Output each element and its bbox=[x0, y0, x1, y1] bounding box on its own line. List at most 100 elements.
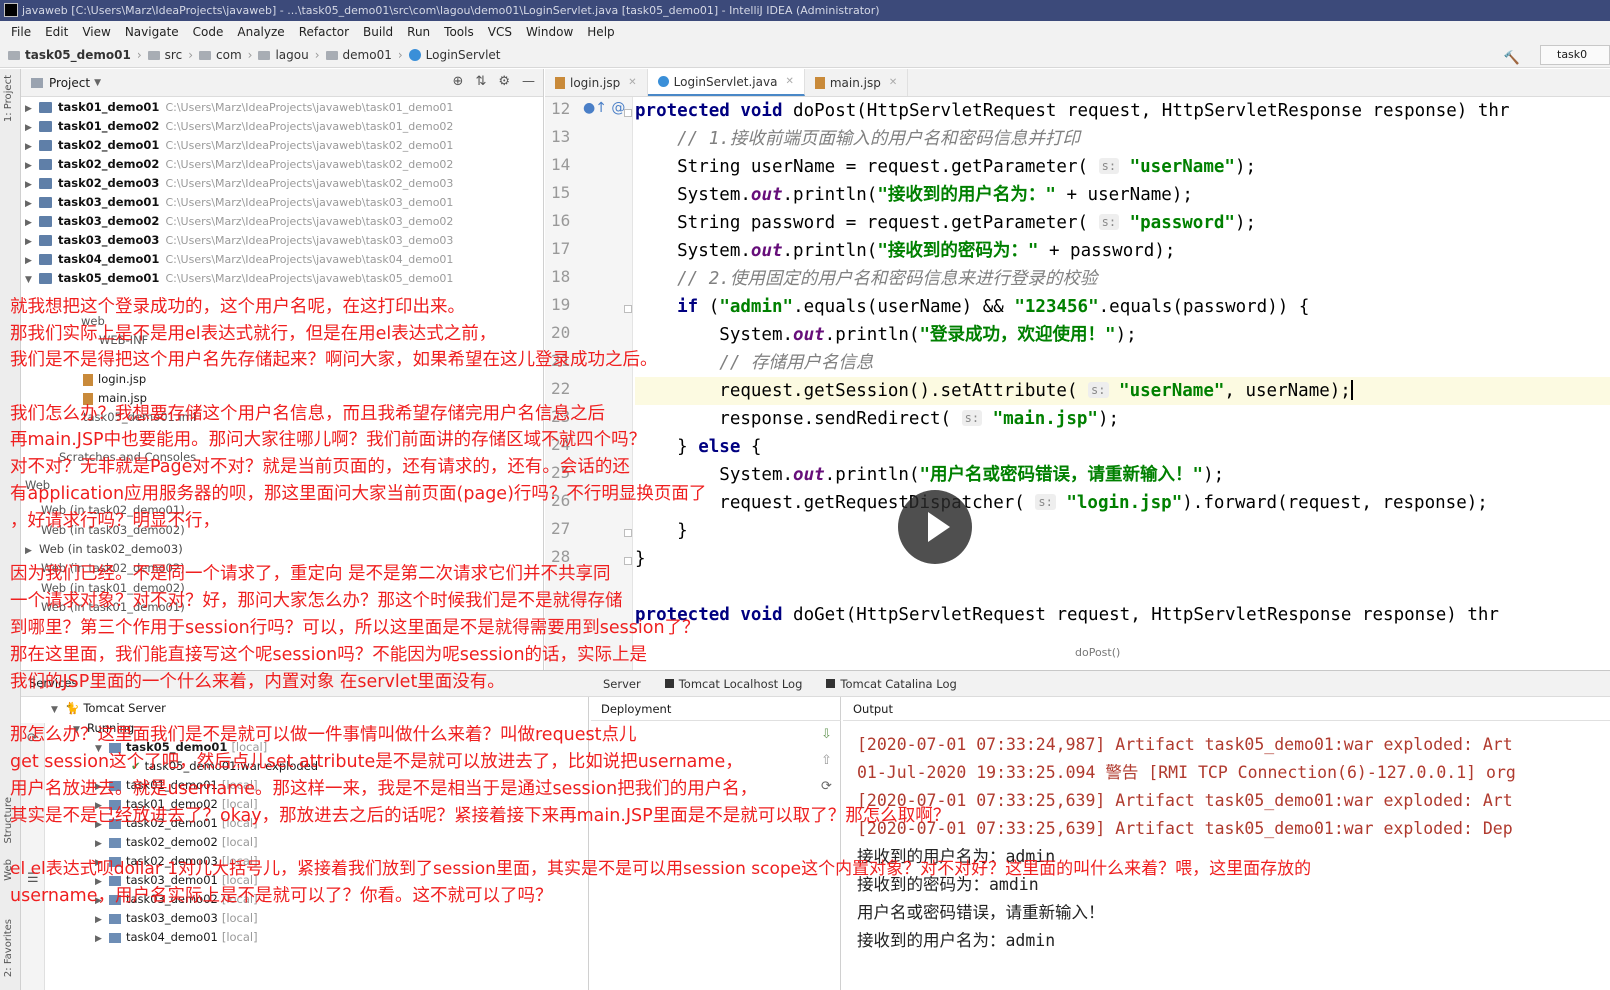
tree-module-task04-demo01[interactable]: ▶ task04_demo01 C:\Users\Marz\IdeaProjects… bbox=[25, 250, 453, 269]
tab-loginservlet-java[interactable]: LoginServlet.java ✕ bbox=[647, 69, 805, 96]
menu-refactor[interactable]: Refactor bbox=[292, 21, 356, 43]
folder-icon bbox=[199, 50, 211, 60]
fold-marker[interactable] bbox=[624, 109, 632, 117]
text-caret bbox=[1350, 380, 1353, 400]
menu-view[interactable]: View bbox=[75, 21, 117, 43]
nav-crumb-src[interactable]: src bbox=[147, 43, 182, 67]
tab-login-jsp[interactable]: login.jsp ✕ bbox=[545, 69, 648, 96]
module-icon bbox=[39, 254, 52, 265]
project-tool-tab[interactable]: 1: Project bbox=[3, 75, 18, 122]
tree-file-login-jsp[interactable]: login.jsp bbox=[83, 370, 146, 389]
fold-marker[interactable] bbox=[624, 529, 632, 537]
output-line: [2020-07-01 07:33:25,639] Artifact task0… bbox=[857, 791, 1513, 810]
tab-server[interactable]: Server bbox=[591, 671, 653, 697]
line-number: 13 bbox=[551, 127, 571, 146]
menu-code[interactable]: Code bbox=[186, 21, 231, 43]
override-marker-icon[interactable]: ●↑ @ bbox=[583, 100, 625, 116]
tree-module-task02-demo01[interactable]: ▶ task02_demo01 C:\Users\Marz\IdeaProjects… bbox=[25, 136, 453, 155]
tree-module-task03-demo01[interactable]: ▶ task03_demo01 C:\Users\Marz\IdeaProjects… bbox=[25, 193, 453, 212]
menu-window[interactable]: Window bbox=[519, 21, 580, 43]
build-hammer-icon[interactable]: 🔨 bbox=[1504, 47, 1520, 71]
project-icon bbox=[31, 77, 43, 88]
module-icon bbox=[39, 140, 52, 151]
deploy-icon[interactable]: ⇩ bbox=[821, 727, 832, 742]
tab-localhost-log[interactable]: Tomcat Localhost Log bbox=[653, 671, 815, 697]
subtitle-line: 到哪里？第三个作用于session行吗？可以，所以这里面是不是就得需要用到ses… bbox=[10, 618, 700, 638]
menu-navigate[interactable]: Navigate bbox=[118, 21, 186, 43]
nav-crumb-com[interactable]: com bbox=[199, 43, 242, 67]
line-number: 18 bbox=[551, 267, 571, 286]
menu-tools[interactable]: Tools bbox=[437, 21, 481, 43]
tree-module-task02-demo02[interactable]: ▶ task02_demo02 C:\Users\Marz\IdeaProjects… bbox=[25, 155, 453, 174]
close-icon[interactable]: ✕ bbox=[628, 77, 636, 88]
subtitle-line: 我们是不是得把这个用户名先存储起来？啊问大家，如果希望在这儿登录成功之后。 bbox=[10, 350, 658, 370]
collapse-icon[interactable]: ⇅ bbox=[475, 74, 486, 89]
subtitle-line: 其实是不是已经放进去了？okay，那放进去之后的话呢？紧接着接下来再main.J… bbox=[10, 806, 951, 826]
menu-help[interactable]: Help bbox=[580, 21, 621, 43]
tree-task04-demo01[interactable]: ▶ task04_demo01 [local] bbox=[95, 928, 258, 947]
undeploy-icon[interactable]: ⇧ bbox=[821, 753, 832, 768]
chevron-down-icon[interactable]: ▼ bbox=[51, 701, 65, 720]
line-number: 22 bbox=[551, 379, 571, 398]
nav-crumb-lagou[interactable]: lagou bbox=[258, 43, 309, 67]
subtitle-line: 那怎么办？这里面我们是不是就可以做一件事情叫做什么来着？叫做request点儿 bbox=[10, 725, 637, 745]
close-icon[interactable]: ✕ bbox=[785, 76, 793, 87]
nav-separator: › bbox=[136, 48, 142, 62]
tab-main-jsp[interactable]: main.jsp ✕ bbox=[805, 69, 909, 96]
chevron-right-icon[interactable]: ▶ bbox=[25, 542, 39, 561]
tree-module-task03-demo03[interactable]: ▶ task03_demo03 C:\Users\Marz\IdeaProjects… bbox=[25, 231, 453, 250]
project-panel-title[interactable]: Project bbox=[49, 76, 90, 90]
video-play-button[interactable] bbox=[898, 490, 972, 564]
nav-crumb-module[interactable]: task05_demo01 bbox=[8, 43, 131, 67]
code-line-29: protected void doGet(HttpServletRequest … bbox=[635, 605, 1499, 625]
tree-module-task01-demo01[interactable]: ▶ task01_demo01 C:\Users\Marz\IdeaProjects… bbox=[25, 98, 453, 117]
menu-run[interactable]: Run bbox=[400, 21, 437, 43]
subtitle-line: 用户名放进去。就是username。那这样一来，我是不是相当于是通过sessio… bbox=[10, 779, 758, 799]
tree-task02-demo02[interactable]: ▶ task02_demo02 [local] bbox=[95, 833, 258, 852]
tree-module-task05-demo01[interactable]: ▼ task05_demo01 C:\Users\Marz\IdeaProjects… bbox=[25, 269, 453, 288]
menu-edit[interactable]: Edit bbox=[38, 21, 75, 43]
nav-separator: › bbox=[247, 48, 253, 62]
refresh-icon[interactable]: ⟳ bbox=[821, 779, 832, 794]
fold-marker[interactable] bbox=[624, 305, 632, 313]
nav-crumb-loginservlet[interactable]: LoginServlet bbox=[408, 43, 501, 67]
menu-vcs[interactable]: VCS bbox=[481, 21, 519, 43]
menu-analyze[interactable]: Analyze bbox=[230, 21, 291, 43]
chevron-right-icon[interactable]: ▶ bbox=[95, 930, 109, 949]
server-icon bbox=[109, 913, 121, 924]
menu-build[interactable]: Build bbox=[356, 21, 400, 43]
line-number: 14 bbox=[551, 155, 571, 174]
gear-icon[interactable]: ⚙ bbox=[498, 74, 510, 89]
parameter-hint: s: bbox=[1098, 214, 1120, 230]
chevron-down-icon[interactable]: ▼ bbox=[25, 271, 39, 290]
code-area[interactable]: protected void doPost(HttpServletRequest… bbox=[635, 97, 1610, 670]
code-editor: login.jsp ✕ LoginServlet.java ✕ main.jsp ✕ … bbox=[545, 69, 1610, 670]
tree-tomcat-server[interactable]: ▼ 🐈 Tomcat Server bbox=[51, 699, 166, 718]
code-breadcrumb[interactable]: doPost() bbox=[635, 642, 1610, 664]
tree-module-task02-demo03[interactable]: ▶ task02_demo03 C:\Users\Marz\IdeaProjects… bbox=[25, 174, 453, 193]
code-line-26: request.getRequestDispatcher( s: "login.… bbox=[635, 493, 1488, 513]
navigation-bar: task05_demo01 › src › com › lagou › demo01 › … bbox=[0, 43, 1610, 68]
menu-file[interactable]: File bbox=[4, 21, 38, 43]
favorites-tool-tab[interactable]: 2: Favorites bbox=[3, 919, 18, 977]
module-icon bbox=[39, 235, 52, 246]
locate-icon[interactable]: ⊕ bbox=[453, 74, 464, 89]
subtitle-line: 我们怎么办？我想要存储这个用户名信息，而且我希望存储完用户名信息之后 bbox=[10, 404, 605, 424]
chevron-down-icon[interactable]: ▼ bbox=[94, 78, 101, 88]
close-icon[interactable]: ✕ bbox=[889, 77, 897, 88]
tab-catalina-log[interactable]: Tomcat Catalina Log bbox=[814, 671, 968, 697]
line-number: 15 bbox=[551, 183, 571, 202]
tree-task03-demo03[interactable]: ▶ task03_demo03 [local] bbox=[95, 909, 258, 928]
tree-web-task02-demo03[interactable]: ▶ Web (in task02_demo03) bbox=[25, 540, 183, 559]
nav-separator: › bbox=[314, 48, 320, 62]
subtitle-line: ，好请求行吗？明显不行， bbox=[10, 511, 220, 531]
minimize-icon[interactable]: — bbox=[522, 74, 535, 89]
nav-crumb-demo01[interactable]: demo01 bbox=[325, 43, 392, 67]
tree-module-task01-demo02[interactable]: ▶ task01_demo02 C:\Users\Marz\IdeaProjects… bbox=[25, 117, 453, 136]
code-line-28: } bbox=[635, 549, 646, 569]
tree-module-task03-demo02[interactable]: ▶ task03_demo02 C:\Users\Marz\IdeaProjects… bbox=[25, 212, 453, 231]
run-configuration-selector[interactable]: task0 bbox=[1540, 45, 1610, 65]
fold-marker[interactable] bbox=[624, 557, 632, 565]
intellij-icon bbox=[4, 3, 18, 17]
class-icon bbox=[657, 76, 669, 87]
